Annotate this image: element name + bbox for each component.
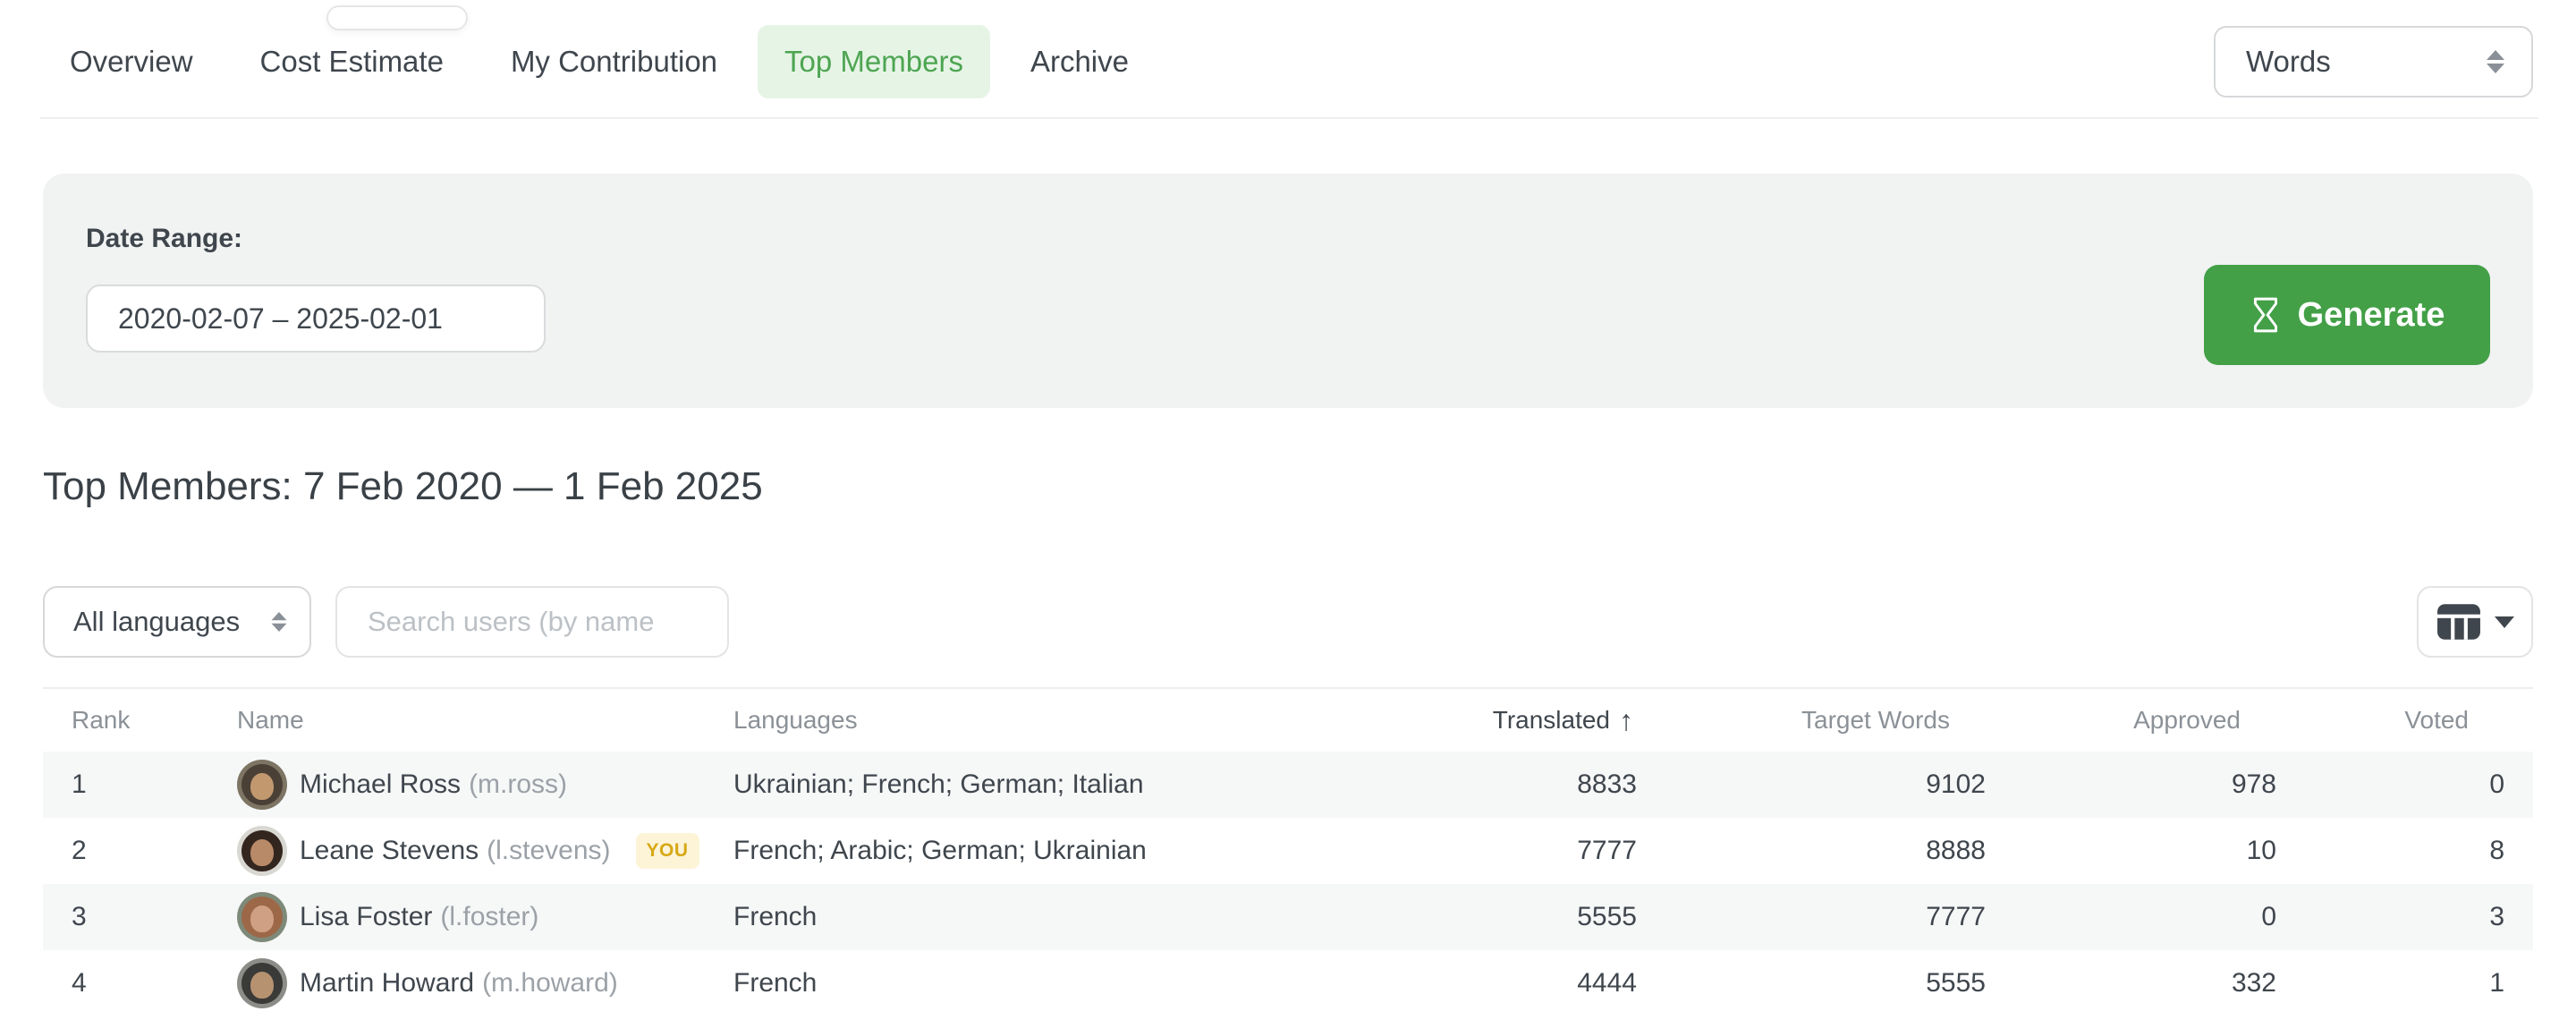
generate-button[interactable]: Generate (2204, 265, 2490, 365)
column-header-languages: Languages (733, 706, 1252, 735)
avatar (237, 892, 287, 942)
tab-bar: Overview Cost Estimate My Contribution T… (43, 25, 1156, 98)
updown-icon (2485, 48, 2506, 75)
rank-value: 3 (43, 902, 237, 932)
top-members-table: Rank Name Languages Translated ↑ Target … (43, 687, 2533, 1016)
generate-label: Generate (2298, 296, 2445, 335)
approved-value: 10 (1986, 836, 2276, 866)
unit-select[interactable]: Words (2214, 26, 2533, 98)
target-words-value: 9102 (1637, 769, 1986, 800)
languages-value: French (733, 902, 1252, 932)
tab-cost-estimate[interactable]: Cost Estimate (233, 25, 470, 98)
translated-value: 5555 (1252, 902, 1637, 932)
column-header-name: Name (237, 706, 733, 735)
column-header-rank: Rank (43, 706, 237, 735)
member-name[interactable]: Michael Ross (300, 769, 461, 800)
column-header-approved: Approved (1986, 706, 2276, 735)
voted-value: 8 (2276, 836, 2504, 866)
report-panel: Date Range: 2020-02-07 – 2025-02-01 Gene… (43, 174, 2533, 408)
avatar (237, 760, 287, 810)
languages-value: Ukrainian; French; German; Italian (733, 769, 1252, 800)
page-title: Top Members: 7 Feb 2020 — 1 Feb 2025 (43, 463, 2533, 510)
member-name[interactable]: Martin Howard (300, 968, 474, 999)
target-words-value: 7777 (1637, 902, 1986, 932)
date-range-label: Date Range: (86, 224, 242, 254)
language-filter-value: All languages (73, 606, 240, 638)
table-row[interactable]: 3 Lisa Foster (l.foster) French 5555 777… (43, 884, 2533, 950)
languages-value: French; Arabic; German; Ukrainian (733, 836, 1252, 866)
avatar (237, 958, 287, 1008)
target-words-value: 8888 (1637, 836, 1986, 866)
you-badge: YOU (636, 833, 699, 869)
column-header-translated[interactable]: Translated ↑ (1252, 704, 1637, 737)
approved-value: 0 (1986, 902, 2276, 932)
table-header: Rank Name Languages Translated ↑ Target … (43, 687, 2533, 752)
popover-remnant (326, 5, 468, 30)
tab-my-contribution[interactable]: My Contribution (484, 25, 744, 98)
unit-select-value: Words (2246, 45, 2331, 79)
voted-value: 0 (2276, 769, 2504, 800)
column-header-voted: Voted (2276, 706, 2504, 735)
hourglass-icon (2250, 296, 2282, 334)
approved-value: 978 (1986, 769, 2276, 800)
updown-icon (270, 610, 288, 633)
table-row[interactable]: 1 Michael Ross (m.ross) Ukrainian; Frenc… (43, 752, 2533, 818)
table-row[interactable]: 4 Martin Howard (m.howard) French 4444 5… (43, 950, 2533, 1016)
languages-value: French (733, 968, 1252, 999)
tabs-row: Overview Cost Estimate My Contribution T… (43, 25, 2533, 98)
search-input[interactable] (335, 586, 729, 658)
tab-top-members[interactable]: Top Members (758, 25, 990, 98)
tabs-divider (40, 117, 2538, 119)
tab-archive[interactable]: Archive (1004, 25, 1156, 98)
voted-value: 1 (2276, 968, 2504, 999)
member-cell: Michael Ross (m.ross) (237, 760, 733, 810)
date-range-value: 2020-02-07 – 2025-02-01 (118, 302, 443, 336)
member-name[interactable]: Lisa Foster (300, 902, 432, 932)
column-header-target-words: Target Words (1637, 706, 1986, 735)
target-words-value: 5555 (1637, 968, 1986, 999)
member-username: (l.stevens) (487, 836, 610, 866)
translated-value: 7777 (1252, 836, 1637, 866)
member-cell: Martin Howard (m.howard) (237, 958, 733, 1008)
filter-row: All languages (43, 586, 2533, 658)
translated-value: 8833 (1252, 769, 1637, 800)
voted-value: 3 (2276, 902, 2504, 932)
columns-settings-button[interactable] (2417, 586, 2533, 658)
approved-value: 332 (1986, 968, 2276, 999)
language-filter[interactable]: All languages (43, 586, 311, 658)
rank-value: 4 (43, 968, 237, 999)
table-columns-icon (2436, 603, 2481, 641)
translated-value: 4444 (1252, 968, 1637, 999)
member-name[interactable]: Leane Stevens (300, 836, 479, 866)
avatar (237, 826, 287, 876)
table-row[interactable]: 2 Leane Stevens (l.stevens) YOU French; … (43, 818, 2533, 884)
rank-value: 1 (43, 769, 237, 800)
rank-value: 2 (43, 836, 237, 866)
member-username: (m.ross) (469, 769, 567, 800)
chevron-down-icon (2495, 616, 2514, 628)
member-cell: Leane Stevens (l.stevens) YOU (237, 826, 733, 876)
date-range-input[interactable]: 2020-02-07 – 2025-02-01 (86, 285, 546, 353)
member-cell: Lisa Foster (l.foster) (237, 892, 733, 942)
member-username: (l.foster) (440, 902, 538, 932)
sort-ascending-icon: ↑ (1619, 704, 1633, 737)
tab-overview[interactable]: Overview (43, 25, 220, 98)
member-username: (m.howard) (482, 968, 618, 999)
